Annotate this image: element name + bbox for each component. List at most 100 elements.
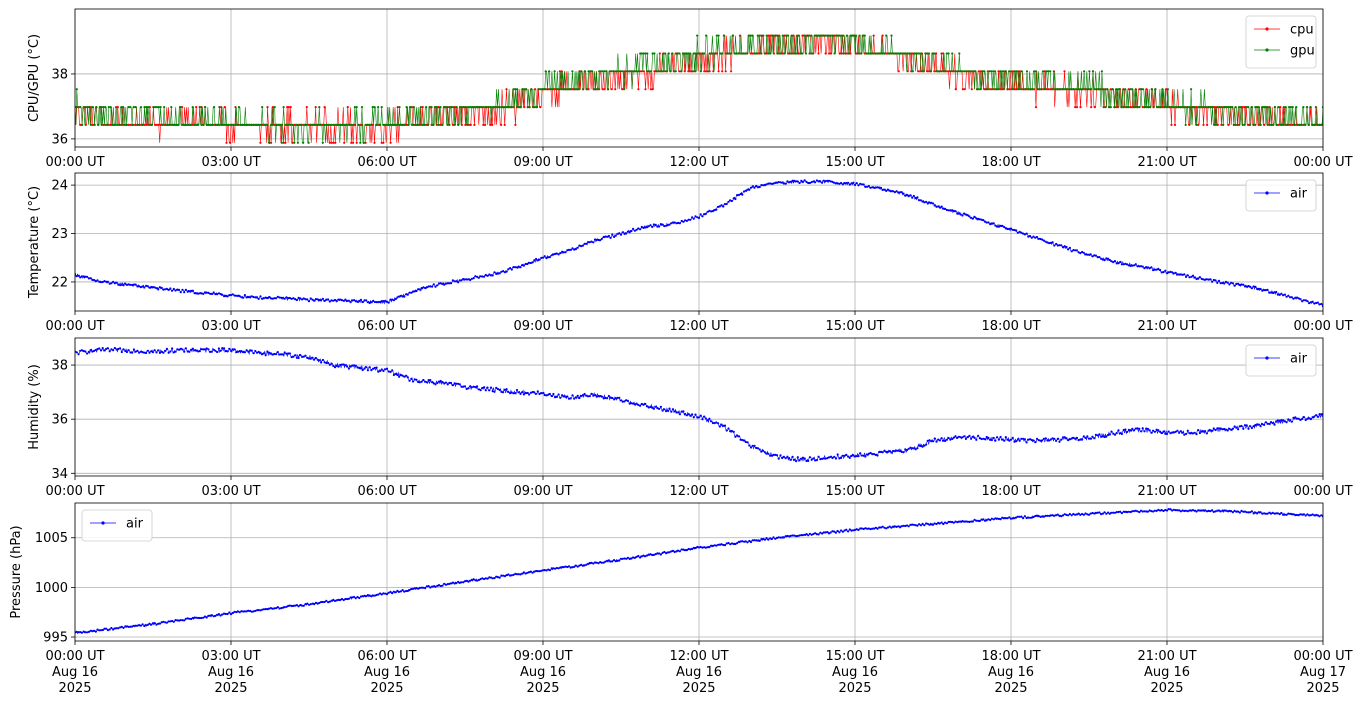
data-point <box>786 455 789 458</box>
data-point <box>1190 88 1193 91</box>
data-point <box>1320 123 1323 126</box>
data-point <box>431 285 434 288</box>
data-point <box>1290 296 1293 299</box>
data-point <box>833 455 836 458</box>
data-point <box>1236 123 1239 126</box>
data-point <box>1020 70 1023 73</box>
data-point <box>1290 420 1293 423</box>
data-point <box>751 34 754 37</box>
data-point <box>127 349 130 352</box>
data-point <box>697 216 701 220</box>
data-point <box>557 393 560 396</box>
data-point <box>1259 123 1262 126</box>
data-point <box>730 199 734 203</box>
data-point <box>109 106 112 109</box>
data-point <box>574 248 578 251</box>
data-point <box>434 383 437 386</box>
data-point <box>86 352 89 355</box>
data-point <box>973 215 976 218</box>
data-point <box>814 181 817 184</box>
data-point <box>362 141 365 144</box>
y-tick-label: 36 <box>51 413 68 428</box>
data-point <box>668 407 671 410</box>
data-point <box>692 217 695 220</box>
data-point <box>1193 276 1196 279</box>
data-point <box>1006 88 1009 91</box>
data-point <box>275 297 278 300</box>
data-point <box>1034 70 1038 73</box>
data-point <box>1193 106 1196 109</box>
data-point <box>122 626 125 630</box>
data-point <box>296 141 299 144</box>
data-point <box>902 451 905 454</box>
data-point <box>576 394 579 397</box>
data-point <box>578 396 581 400</box>
data-point <box>796 456 799 459</box>
x-tick-label: 06:00 UT <box>357 484 416 499</box>
data-point <box>538 258 541 261</box>
y-tick-label: 24 <box>51 179 68 194</box>
data-point <box>1082 251 1085 254</box>
data-point <box>1015 70 1018 73</box>
data-point <box>1243 123 1246 126</box>
data-point <box>654 223 657 226</box>
data-point <box>283 297 286 300</box>
data-point <box>596 88 599 91</box>
data-point <box>734 197 737 201</box>
data-point <box>1004 70 1007 73</box>
data-point <box>1287 294 1290 297</box>
data-point <box>535 257 538 261</box>
data-point <box>542 88 546 91</box>
data-point <box>925 443 928 446</box>
data-point <box>1124 428 1127 431</box>
data-point <box>847 52 850 55</box>
data-point <box>1212 427 1215 430</box>
data-point <box>129 106 132 109</box>
data-point <box>876 454 879 457</box>
data-point <box>278 123 282 126</box>
data-point <box>582 88 585 91</box>
data-point <box>150 623 153 626</box>
data-point <box>145 351 148 355</box>
data-point <box>106 123 109 126</box>
data-point <box>228 347 231 350</box>
data-point <box>352 141 355 144</box>
data-point <box>467 387 470 390</box>
data-point <box>611 560 614 563</box>
data-point <box>668 223 671 226</box>
data-point <box>847 530 850 533</box>
data-point <box>942 522 945 526</box>
data-point <box>432 283 435 286</box>
data-point <box>212 291 215 294</box>
data-point <box>477 276 480 279</box>
data-point <box>486 577 489 580</box>
data-point <box>701 418 704 421</box>
data-point <box>911 70 915 73</box>
data-point <box>689 414 692 417</box>
data-point <box>580 70 583 73</box>
data-point <box>87 350 90 353</box>
data-point <box>457 281 460 284</box>
data-point <box>396 123 399 126</box>
data-point <box>420 380 423 383</box>
data-point <box>756 447 760 450</box>
data-point <box>649 224 652 227</box>
data-point <box>259 351 262 354</box>
data-point <box>1018 88 1022 91</box>
data-point <box>710 420 713 423</box>
data-point <box>840 529 843 532</box>
data-point <box>974 70 977 73</box>
data-point <box>938 439 942 442</box>
data-point <box>1234 106 1237 109</box>
data-point <box>458 383 461 386</box>
x-tick-label: 00:00 UT Aug 16 2025 <box>45 649 104 696</box>
data-point <box>167 288 170 291</box>
data-point <box>758 539 761 543</box>
data-point <box>555 395 559 398</box>
data-point <box>1055 242 1058 246</box>
data-point <box>88 106 91 109</box>
data-point <box>177 288 181 291</box>
data-point <box>271 123 274 126</box>
data-point <box>448 123 451 126</box>
data-point <box>422 378 425 382</box>
